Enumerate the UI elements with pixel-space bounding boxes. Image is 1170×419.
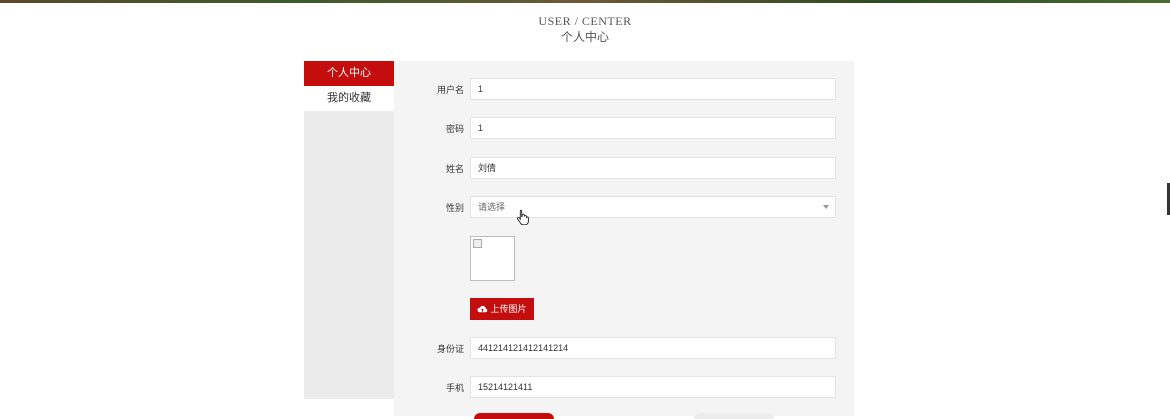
name-row: 姓名 刘倩: [394, 157, 854, 181]
gender-select-placeholder: 请选择: [478, 202, 506, 212]
name-input[interactable]: 刘倩: [470, 157, 836, 179]
gender-label: 性别: [445, 203, 464, 213]
sidebar-item-favorites[interactable]: 我的收藏: [304, 86, 394, 111]
sidebar-item-user-center[interactable]: 个人中心: [304, 61, 394, 86]
avatar-preview: [470, 236, 515, 281]
broken-image-icon: [473, 239, 482, 248]
id-card-input[interactable]: 441214121412141214: [470, 337, 836, 359]
top-banner-strip: [0, 0, 1170, 3]
password-input[interactable]: 1: [470, 117, 836, 139]
chevron-down-icon: [823, 205, 829, 209]
username-label: 用户名: [436, 85, 464, 95]
password-row: 密码 1: [394, 117, 854, 141]
id-card-row: 身份证 441214121412141214: [394, 337, 854, 361]
upload-image-button[interactable]: 上传图片: [470, 298, 534, 320]
phone-row: 手机 15214121411: [394, 376, 854, 400]
username-row: 用户名 1: [394, 78, 854, 102]
page-title: USER / CENTER 个人中心: [0, 14, 1170, 45]
page-title-en: USER / CENTER: [538, 14, 632, 28]
upload-image-label: 上传图片: [490, 304, 527, 314]
gender-row: 性别 请选择: [394, 196, 854, 220]
name-label: 姓名: [445, 164, 464, 174]
phone-label: 手机: [445, 383, 464, 393]
phone-input[interactable]: 15214121411: [470, 376, 836, 398]
logout-button[interactable]: [694, 413, 774, 419]
page-title-zh: 个人中心: [560, 30, 609, 44]
submit-button[interactable]: [474, 413, 554, 419]
cloud-upload-icon: [477, 306, 488, 313]
sidebar: 个人中心 我的收藏: [304, 61, 394, 399]
password-label: 密码: [445, 124, 464, 134]
hand-pointer-cursor-icon: [517, 209, 529, 225]
profile-form: 用户名 1 密码 1 姓名 刘倩 性别 请选择 上传图片 身份证 4412141…: [394, 61, 854, 419]
id-card-label: 身份证: [436, 344, 464, 354]
username-input[interactable]: 1: [470, 78, 836, 100]
